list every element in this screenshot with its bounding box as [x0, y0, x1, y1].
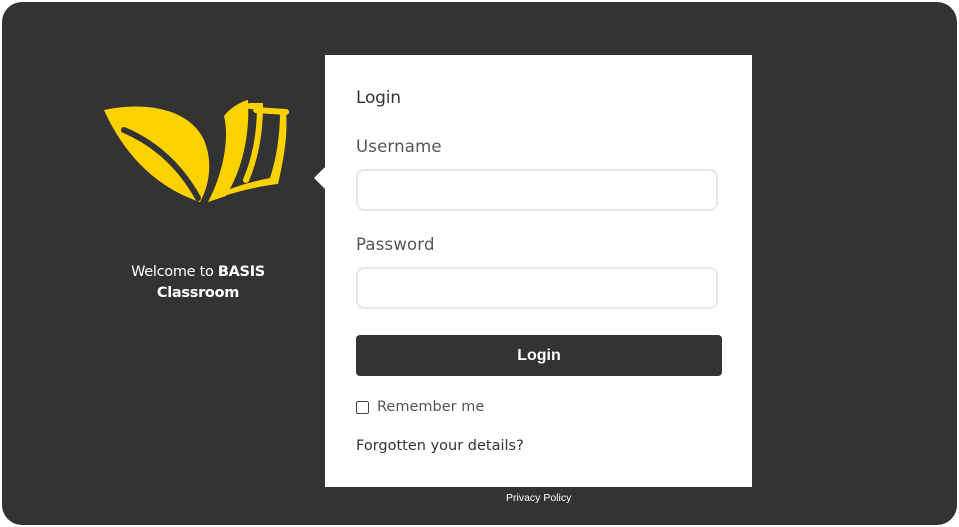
username-label: Username — [356, 137, 442, 156]
welcome-message: Welcome to BASIS Classroom — [100, 262, 296, 304]
panel-pointer — [314, 167, 325, 189]
welcome-brand-name: BASIS — [217, 264, 265, 280]
username-input[interactable] — [356, 169, 718, 211]
remember-me-label: Remember me — [377, 399, 485, 415]
app-frame: Welcome to BASIS Classroom Login Usernam… — [2, 2, 957, 525]
leaf-and-book-icon — [104, 100, 289, 202]
welcome-prefix: Welcome to — [131, 264, 218, 280]
login-button[interactable]: Login — [356, 335, 722, 376]
password-label: Password — [356, 235, 435, 254]
welcome-product-name: Classroom — [156, 285, 240, 301]
forgot-details-link[interactable]: Forgotten your details? — [356, 438, 524, 454]
privacy-policy-link[interactable]: Privacy Policy — [506, 492, 571, 504]
password-input[interactable] — [356, 267, 718, 309]
login-panel: Login Username Password Login Remember m… — [314, 55, 752, 487]
remember-me-option[interactable]: Remember me — [356, 399, 484, 415]
login-title: Login — [356, 88, 401, 108]
remember-me-checkbox[interactable] — [356, 400, 369, 414]
